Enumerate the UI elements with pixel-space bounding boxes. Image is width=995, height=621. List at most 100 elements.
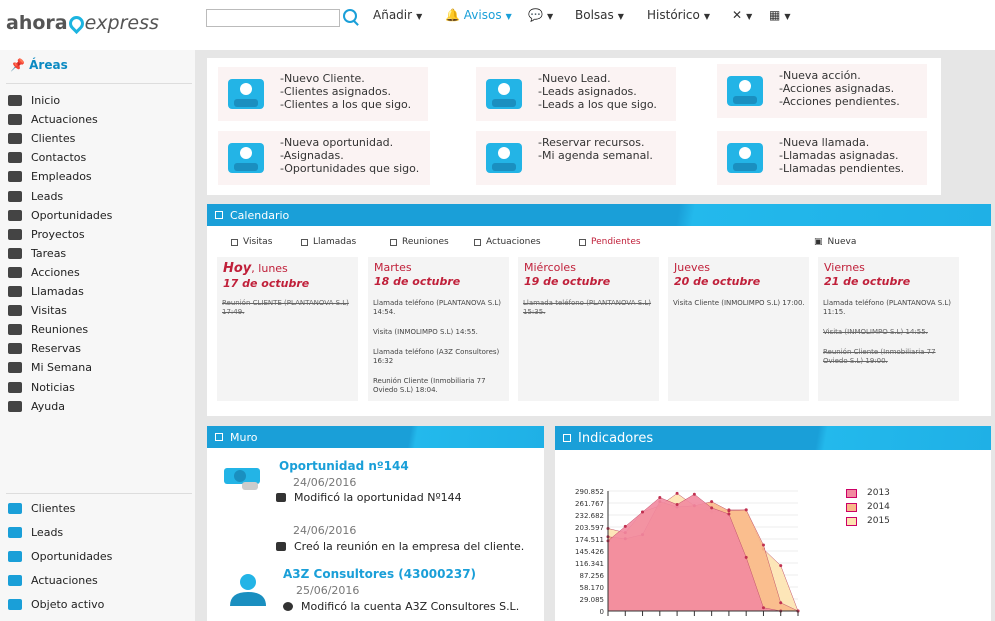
sidebar-item[interactable]: Actuaciones bbox=[8, 113, 98, 126]
data-point bbox=[675, 503, 679, 507]
sidebar-bottom-item[interactable]: Oportunidades bbox=[8, 550, 112, 563]
checkbox[interactable] bbox=[474, 238, 481, 246]
sidebar-item[interactable]: Contactos bbox=[8, 151, 86, 164]
calendar-event[interactable]: Reunión Cliente (Inmobiliaria 77 Oviedo … bbox=[823, 348, 955, 366]
calendar-event[interactable]: Visita Cliente (INMOLIMPO S.L) 17:00. bbox=[673, 299, 805, 308]
calendar-filter[interactable]: Visitas bbox=[231, 237, 272, 247]
calendar-header[interactable]: Calendario bbox=[207, 204, 991, 226]
sidebar-item[interactable]: Oportunidades bbox=[8, 209, 112, 222]
calendar-filter[interactable]: Llamadas bbox=[301, 237, 356, 247]
legend-item[interactable]: 2015 bbox=[846, 516, 890, 526]
sidebar-item[interactable]: Leads bbox=[8, 190, 63, 203]
sidebar-item[interactable]: Llamadas bbox=[8, 285, 84, 298]
quick-action[interactable]: -Nuevo Cliente. -Clientes asignados. -Cl… bbox=[218, 67, 428, 121]
y-tick-label: 116.341 bbox=[575, 560, 604, 568]
sidebar-item[interactable]: Inicio bbox=[8, 94, 60, 107]
nav-icon bbox=[8, 133, 22, 145]
y-tick-label: 87.256 bbox=[580, 572, 605, 580]
menu-calendar[interactable]: ▦ ▼ bbox=[769, 8, 791, 22]
quick-action[interactable]: -Nueva acción. -Acciones asignadas. -Acc… bbox=[717, 64, 927, 118]
calendar-filter[interactable]: Pendientes bbox=[579, 237, 641, 247]
calendar-event[interactable]: Llamada teléfono (PLANTANOVA S.L) 11:15. bbox=[823, 299, 955, 317]
calendar-event[interactable]: Llamada teléfono (PLANTANOVA S.L) 14:54. bbox=[373, 299, 505, 317]
calendar-day[interactable]: Miércoles 19 de octubre Llamada teléfono (… bbox=[518, 257, 659, 401]
nav-icon bbox=[8, 286, 22, 297]
legend-label: 2015 bbox=[867, 516, 890, 526]
calendar-filter[interactable]: Actuaciones bbox=[474, 237, 541, 247]
sidebar-bottom-item[interactable]: Actuaciones bbox=[8, 574, 98, 587]
checkbox[interactable] bbox=[301, 238, 308, 246]
post-title[interactable]: A3Z Consultores (43000237) bbox=[283, 567, 476, 581]
nav-icon bbox=[8, 381, 22, 393]
data-point bbox=[710, 506, 714, 510]
sidebar-bottom-item[interactable]: Clientes bbox=[8, 502, 75, 515]
logo[interactable]: ahora express bbox=[6, 12, 159, 35]
menu-avisos[interactable]: 🔔 Avisos ▼ bbox=[445, 8, 512, 22]
sidebar-item-label: Leads bbox=[31, 526, 64, 539]
sidebar-item[interactable]: Visitas bbox=[8, 304, 67, 317]
indicadores-header[interactable]: Indicadores bbox=[555, 426, 991, 450]
sidebar-item[interactable]: Tareas bbox=[8, 247, 66, 260]
bell-icon: 🔔 bbox=[445, 8, 460, 22]
checkbox[interactable] bbox=[390, 238, 397, 246]
day-name: Hoy, lunes bbox=[223, 261, 288, 276]
sidebar-item[interactable]: Reservas bbox=[8, 342, 81, 355]
calendar-day[interactable]: Jueves 20 de octubre Visita Cliente (INMOL… bbox=[668, 257, 809, 401]
quick-action[interactable]: -Nueva llamada. -Llamadas asignadas. -Ll… bbox=[717, 131, 927, 185]
calendar-day[interactable]: Viernes 21 de octubre Llamada teléfono (PL… bbox=[818, 257, 959, 401]
sidebar-item[interactable]: Mi Semana bbox=[8, 361, 92, 374]
nav-icon bbox=[8, 152, 22, 164]
sidebar-item[interactable]: Reuniones bbox=[8, 323, 88, 336]
quick-action[interactable]: -Nuevo Lead. -Leads asignados. -Leads a … bbox=[476, 67, 676, 121]
collapse-icon[interactable] bbox=[563, 434, 571, 442]
collapse-icon[interactable] bbox=[215, 433, 223, 441]
calendar-day[interactable]: Hoy, lunes 17 de octubre Reunión CLIENTE (… bbox=[217, 257, 358, 401]
sidebar-item-label: Reservas bbox=[31, 342, 81, 356]
sidebar-item-label: Noticias bbox=[31, 380, 75, 394]
collapse-icon[interactable] bbox=[215, 211, 223, 219]
sidebar-item[interactable]: Ayuda bbox=[8, 400, 65, 413]
legend-item[interactable]: 2014 bbox=[846, 502, 890, 512]
calendar-event[interactable]: Llamada teléfono (A3Z Consultores) 16:32 bbox=[373, 348, 505, 366]
nav-icon bbox=[8, 324, 22, 336]
checkbox[interactable] bbox=[231, 238, 238, 246]
menu-tools[interactable]: ✕ ▼ bbox=[732, 8, 752, 22]
nav-icon bbox=[8, 362, 22, 374]
nav-icon bbox=[8, 228, 22, 240]
post-title[interactable]: Oportunidad nº144 bbox=[279, 459, 409, 473]
calendar-event[interactable]: Reunión Cliente (Inmobiliaria 77 Oviedo … bbox=[373, 377, 505, 395]
calendar-day[interactable]: Martes 18 de octubre Llamada teléfono (PLA… bbox=[368, 257, 509, 401]
user-icon bbox=[230, 574, 266, 606]
sidebar-bottom-item[interactable]: Leads bbox=[8, 526, 63, 539]
calendar-event[interactable]: Llamada teléfono (PLANTANOVA S.L) 15:35. bbox=[523, 299, 655, 317]
sidebar-item[interactable]: Clientes bbox=[8, 132, 75, 145]
menu-chat[interactable]: 💬 ▼ bbox=[528, 8, 553, 22]
sidebar-item[interactable]: Empleados bbox=[8, 170, 92, 183]
filter-label: Reuniones bbox=[402, 237, 449, 247]
sidebar-item[interactable]: Proyectos bbox=[8, 228, 85, 241]
day-name: Martes bbox=[374, 261, 412, 274]
search-input[interactable] bbox=[206, 9, 340, 27]
nav-icon bbox=[8, 266, 22, 278]
sidebar-bottom-item[interactable]: Objeto activo bbox=[8, 598, 104, 611]
new-event-button[interactable]: ▣ Nueva bbox=[814, 237, 856, 247]
checkbox[interactable] bbox=[579, 238, 586, 246]
menu-historico[interactable]: Histórico ▼ bbox=[647, 8, 710, 22]
sidebar-item-label: Tareas bbox=[31, 246, 67, 260]
search-icon[interactable] bbox=[343, 9, 357, 23]
sidebar-item[interactable]: Noticias bbox=[8, 381, 75, 394]
filter-label: Visitas bbox=[243, 237, 273, 247]
calendar-event[interactable]: Visita (INMOLIMPO S.L) 14:55. bbox=[373, 328, 505, 337]
quick-action[interactable]: -Nueva oportunidad. -Asignadas. -Oportun… bbox=[218, 131, 430, 185]
menu-anadir[interactable]: Añadir ▼ bbox=[373, 8, 422, 22]
quick-action[interactable]: -Reservar recursos. -Mi agenda semanal. bbox=[476, 131, 676, 185]
data-point bbox=[692, 492, 696, 496]
legend-item[interactable]: 2013 bbox=[846, 488, 890, 498]
menu-bolsas[interactable]: Bolsas ▼ bbox=[575, 8, 624, 22]
muro-header[interactable]: Muro bbox=[207, 426, 544, 448]
sidebar-item[interactable]: Acciones bbox=[8, 266, 80, 279]
calendar-filter[interactable]: Reuniones bbox=[390, 237, 449, 247]
calendar-event[interactable]: Visita (INMOLIMPO S.L) 14:55. bbox=[823, 328, 955, 337]
calendar-event[interactable]: Reunión CLIENTE (PLANTANOVA S.L) 17:49. bbox=[222, 299, 354, 317]
sidebar-title[interactable]: 📌 Áreas bbox=[10, 58, 68, 72]
